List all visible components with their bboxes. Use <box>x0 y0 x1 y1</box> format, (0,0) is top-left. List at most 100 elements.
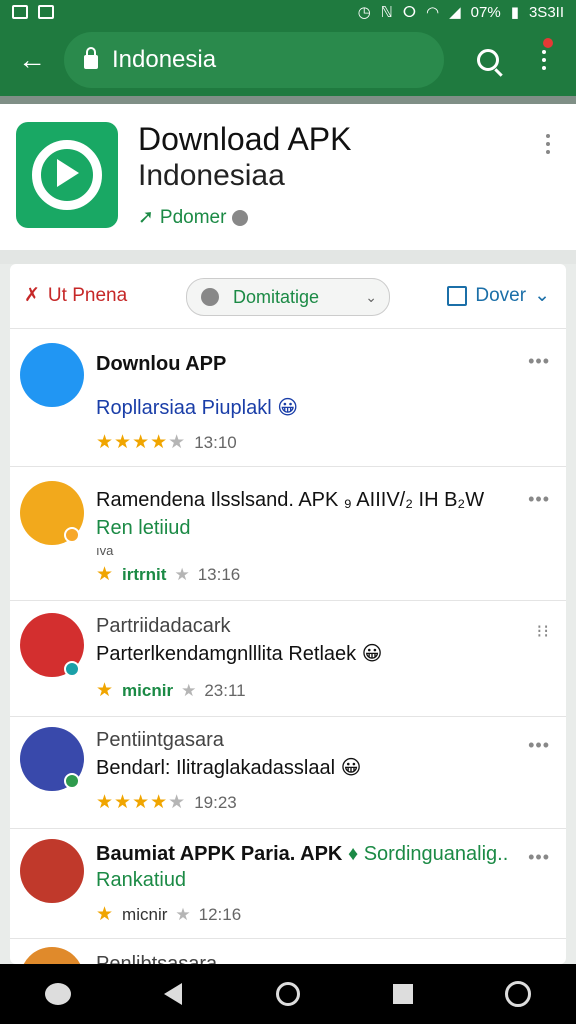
rating: ★ irtrnit ★ 13:16 <box>96 563 240 586</box>
item-subtitle: Rankatiud <box>96 869 187 891</box>
gallery-icon <box>12 5 28 19</box>
arrow-left-icon: ← <box>18 44 46 75</box>
status-badge <box>64 661 80 677</box>
list-item[interactable]: Pentiintgasara Bendarl: Ilitraglakadassl… <box>10 716 566 828</box>
item-title: Baumiat APPK Paria. APK ♦ Sordinguanalig… <box>96 843 508 866</box>
avatar <box>20 947 84 964</box>
item-title: Partriidadacark <box>96 615 231 637</box>
filter-left[interactable]: ✗ Ut Pnena <box>24 284 127 307</box>
item-title-tag: ♦ Sordinguanalig.. <box>347 843 509 865</box>
more-icon[interactable]: ••• <box>528 847 550 868</box>
item-title: Pentiintgasara <box>96 729 224 751</box>
home-circle-icon <box>275 982 300 1006</box>
more-icon[interactable]: ⁝⁝ <box>537 621 550 642</box>
list-item[interactable]: Partriidadacark Parterlkendamgnlllita Re… <box>10 600 566 716</box>
battery-percent: 07% <box>470 3 501 21</box>
back-button[interactable]: ← <box>0 24 64 96</box>
rating-label: irtrnit <box>122 564 167 584</box>
item-subtitle: Parterlkendamgnlllita Retlaek 😀 <box>96 643 383 665</box>
item-extra: ıva <box>96 543 114 558</box>
lock-icon <box>84 47 98 69</box>
more-icon[interactable]: ••• <box>528 489 550 510</box>
wifi-icon: ◠ <box>426 4 440 21</box>
list-item[interactable]: Penlibtsasara <box>10 938 566 964</box>
app-title: Download APK <box>138 121 352 157</box>
star-icon: ★★★★★ <box>96 792 187 813</box>
person-icon <box>201 288 219 306</box>
back-nav-button[interactable] <box>143 964 203 1024</box>
star-icon: ★ <box>96 564 115 585</box>
assistant-button[interactable] <box>488 964 548 1024</box>
rating: ★ micnir ★ 12:16 <box>96 903 241 926</box>
battery-icon: ▮ <box>510 4 519 21</box>
item-subtitle: Ropllarsiaa Piuplakl 😀 <box>96 397 299 419</box>
list-item[interactable]: Downlou APP Ropllarsiaa Piuplakl 😀 ★★★★★… <box>10 328 566 466</box>
more-vert-icon <box>542 50 546 70</box>
star-icon: ★★★★★ <box>96 432 187 453</box>
chevron-down-icon: ⌄ <box>365 288 377 305</box>
alarm-icon: ◷ <box>357 4 371 21</box>
avatar <box>20 839 84 903</box>
rating: ★ micnir ★ 23:11 <box>96 679 246 702</box>
vibrate-icon: ⵔ <box>402 4 417 21</box>
chat-icon <box>44 983 71 1005</box>
search-icon <box>477 49 499 71</box>
app-header: Download APK Indonesiaa ➚ Pdomer <box>0 104 576 250</box>
recents-button[interactable] <box>373 964 433 1024</box>
status-badge <box>64 527 80 543</box>
document-icon <box>447 285 468 306</box>
mute-icon: ℕ <box>380 4 393 21</box>
developer-name: Pdomer <box>159 206 227 228</box>
filter-right-label: Dover <box>475 284 527 306</box>
more-icon[interactable]: ••• <box>528 351 550 372</box>
search-button[interactable] <box>460 24 516 96</box>
url-bar[interactable]: Indonesia <box>64 32 444 88</box>
item-time: 23:11 <box>204 680 246 700</box>
rating-label: micnir <box>122 680 174 700</box>
filter-dropdown-label: Domitatige <box>233 286 320 307</box>
chat-button[interactable] <box>28 964 88 1024</box>
system-nav-bar <box>0 964 576 1024</box>
item-title: Ramendena Ilsslsand. APK ₉ AIIIV/₂ IH B₂… <box>96 489 485 511</box>
avatar <box>20 343 84 407</box>
status-bar: ◷ ℕ ⵔ ◠ ◢ 07% ▮ 3S3II <box>0 0 576 24</box>
overflow-menu-button[interactable] <box>516 24 572 96</box>
url-text: Indonesia <box>112 46 217 73</box>
app-bar: ← Indonesia <box>0 24 576 96</box>
back-triangle-icon <box>163 983 182 1005</box>
list-item[interactable]: Ramendena Ilsslsand. APK ₉ AIIIV/₂ IH B₂… <box>10 466 566 600</box>
verified-icon: ➚ <box>138 207 154 228</box>
star-icon: ★ <box>96 904 115 925</box>
header-divider <box>0 96 576 104</box>
home-button[interactable] <box>258 964 318 1024</box>
assistant-icon <box>505 981 532 1007</box>
verified-icon <box>64 773 80 789</box>
app-subtitle: Indonesiaa <box>138 159 285 192</box>
filter-left-label: Ut Pnena <box>47 284 128 306</box>
image-icon <box>38 5 54 19</box>
recents-square-icon <box>393 984 414 1004</box>
item-subtitle: Ren letiiud <box>96 517 191 539</box>
status-time: 3S3II <box>528 3 564 21</box>
item-time: 12:16 <box>198 904 242 924</box>
developer-link[interactable]: ➚ Pdomer <box>138 206 249 229</box>
star-icon: ★ <box>96 680 115 701</box>
filter-bar: ✗ Ut Pnena Domitatige ⌄ Dover ⌄ <box>10 264 566 328</box>
filter-right[interactable]: Dover ⌄ <box>447 284 550 307</box>
item-title: Penlibtsasara <box>96 953 218 964</box>
item-subtitle: Bendarl: Ilitraglakadasslaal 😀 <box>96 757 362 779</box>
rating-label: micnir <box>122 904 168 924</box>
list-item[interactable]: Baumiat APPK Paria. APK ♦ Sordinguanalig… <box>10 828 566 938</box>
rating: ★★★★★ 13:10 <box>96 431 237 454</box>
item-title: Downlou APP <box>96 353 227 375</box>
app-logo-icon <box>16 122 118 228</box>
star-outline-icon: ★ <box>174 564 190 584</box>
notification-dot <box>543 38 553 48</box>
header-more-icon[interactable] <box>546 134 550 154</box>
rating: ★★★★★ 19:23 <box>96 791 237 814</box>
item-time: 13:16 <box>197 564 241 584</box>
more-icon[interactable]: ••• <box>528 735 550 756</box>
results-card: ✗ Ut Pnena Domitatige ⌄ Dover ⌄ Downlou APP… <box>10 264 566 964</box>
chevron-down-icon: ⌄ <box>534 285 550 306</box>
filter-dropdown[interactable]: Domitatige ⌄ <box>186 278 390 316</box>
